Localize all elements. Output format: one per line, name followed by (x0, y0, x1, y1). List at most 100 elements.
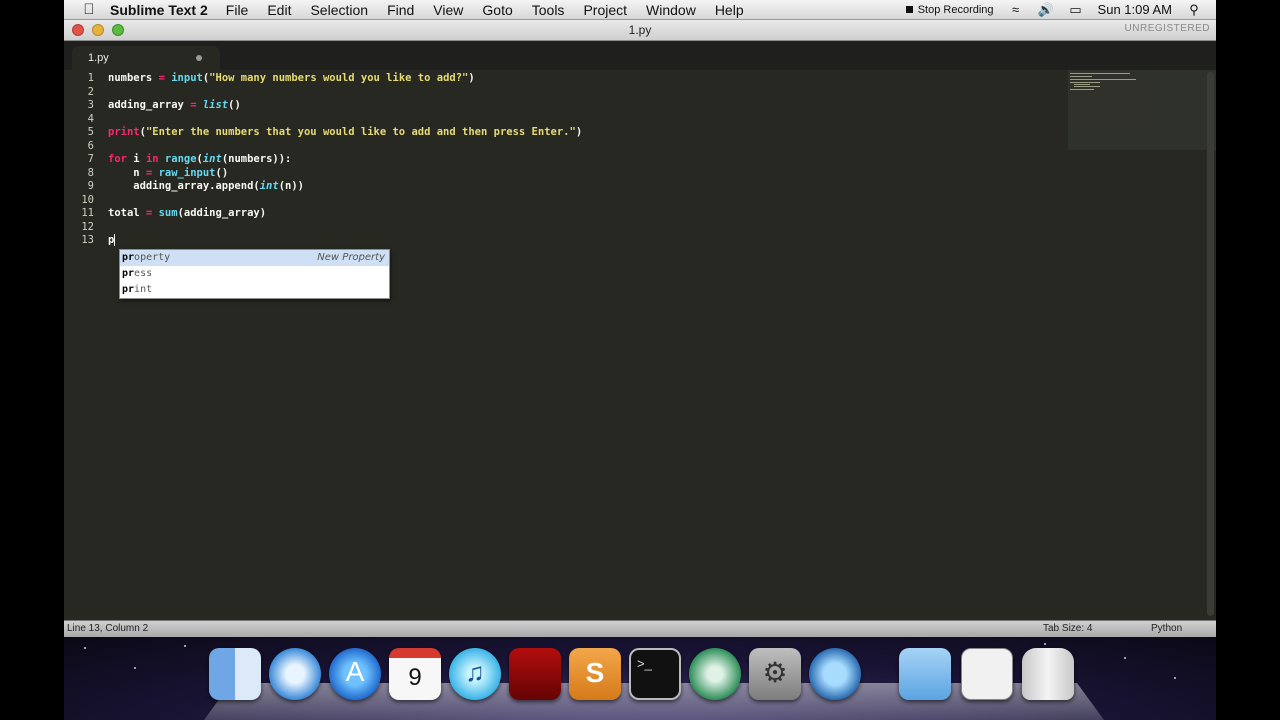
trash-icon[interactable] (1022, 648, 1074, 700)
window-title-bar: 1.py UNREGISTERED (64, 20, 1216, 41)
menu-extras: Stop Recording ≈ 🔊 ▭ Sun 1:09 AM ⚲ (905, 2, 1202, 18)
completion-text: ess (134, 268, 153, 279)
tab-size-selector[interactable]: Tab Size: 4 (1043, 623, 1092, 634)
system-preferences-icon[interactable]: ⚙ (749, 648, 801, 700)
autocomplete-item-press[interactable]: press (120, 266, 389, 282)
spotlight-search-icon[interactable]: ⚲ (1186, 2, 1202, 18)
line-number-gutter: 1 2 3 4 5 6 7 8 9 10 11 12 13 (64, 70, 94, 620)
syntax-selector[interactable]: Python (1151, 623, 1182, 634)
token: "How many numbers would you like to add?… (209, 72, 469, 84)
code-line-13: p (108, 234, 116, 248)
menu-window[interactable]: Window (646, 2, 696, 18)
token: (n)) (278, 180, 304, 192)
token: "Enter the numbers that you would like t… (145, 126, 576, 138)
minimap-line (1074, 84, 1090, 85)
window-preview-icon[interactable] (961, 648, 1013, 700)
line-number: 9 (87, 180, 94, 192)
sublime-text-icon[interactable]: S (569, 648, 621, 700)
completion-text: int (134, 284, 153, 295)
menu-find[interactable]: Find (387, 2, 414, 18)
unsaved-dot-icon[interactable] (196, 55, 202, 61)
minimap-line (1070, 82, 1100, 83)
window-title: 1.py (628, 23, 652, 37)
photo-booth-icon[interactable] (509, 648, 561, 700)
menu-file[interactable]: File (226, 2, 249, 18)
star (84, 647, 86, 649)
line-number: 8 (87, 166, 94, 179)
line-number: 11 (81, 207, 94, 219)
line-number: 6 (87, 139, 94, 152)
star (1044, 643, 1046, 645)
text-cursor (114, 234, 116, 246)
tab-strip: 1.py (64, 41, 1216, 70)
terminal-icon[interactable]: >_ (629, 648, 681, 700)
match-text: pr (122, 284, 135, 295)
menu-tools[interactable]: Tools (532, 2, 565, 18)
menu-help[interactable]: Help (715, 2, 744, 18)
clock[interactable]: Sun 1:09 AM (1098, 2, 1172, 17)
token: adding_array.append( (108, 180, 260, 192)
calendar-icon[interactable]: 9 (389, 648, 441, 700)
desktop: A 9 ♫ S >_ ⚙ (64, 637, 1216, 720)
line-number: 13 (81, 234, 94, 246)
quicktime-icon[interactable] (809, 648, 861, 700)
completion-hint: New Property (317, 252, 385, 263)
line-number: 1 (87, 72, 94, 84)
token: (adding_array) (177, 207, 267, 219)
cursor-position: Line 13, Column 2 (67, 623, 149, 634)
star (1124, 657, 1126, 659)
menu-selection[interactable]: Selection (310, 2, 368, 18)
token: total (108, 207, 146, 219)
token: i (126, 153, 146, 165)
line-number: 12 (81, 220, 94, 233)
time-machine-icon[interactable] (689, 648, 741, 700)
token: range (164, 153, 197, 165)
token: for (108, 153, 127, 165)
itunes-icon[interactable]: ♫ (449, 648, 501, 700)
apple-icon[interactable]:  (78, 1, 100, 18)
menu-edit[interactable]: Edit (267, 2, 291, 18)
token: input (171, 72, 203, 84)
code-line-11: total = sum(adding_array) (108, 207, 266, 221)
menu-goto[interactable]: Goto (482, 2, 512, 18)
minimap[interactable] (1068, 70, 1216, 150)
battery-icon[interactable]: ▭ (1068, 2, 1084, 18)
minimap-line (1070, 73, 1130, 74)
stop-recording-button[interactable]: Stop Recording (905, 4, 994, 16)
token: () (228, 99, 241, 111)
unregistered-label: UNREGISTERED (1124, 23, 1210, 34)
left-letterbox (0, 0, 64, 720)
token: adding_array (108, 99, 191, 111)
star (1174, 677, 1176, 679)
volume-icon[interactable]: 🔊 (1038, 2, 1054, 18)
token: ) (468, 72, 475, 84)
star (134, 667, 136, 669)
tab-1-py[interactable]: 1.py (72, 46, 220, 70)
finder-icon[interactable] (209, 648, 261, 700)
autocomplete-item-property[interactable]: property New Property (120, 250, 389, 266)
line-number: 7 (87, 153, 94, 165)
code-line-1: numbers = input("How many numbers would … (108, 72, 475, 86)
safari-icon[interactable] (269, 648, 321, 700)
code-editor[interactable]: 1 2 3 4 5 6 7 8 9 10 11 12 13 numbers = … (64, 70, 1216, 620)
line-number: 5 (87, 126, 94, 138)
token: in (145, 153, 159, 165)
vertical-scrollbar[interactable] (1207, 72, 1214, 616)
minimap-line (1070, 89, 1094, 90)
menu-view[interactable]: View (433, 2, 463, 18)
token: int (202, 153, 222, 165)
status-bar: Line 13, Column 2 Tab Size: 4 Python (64, 620, 1216, 637)
folder-icon[interactable] (899, 648, 951, 700)
autocomplete-item-print[interactable]: print (120, 282, 389, 298)
token: n (108, 166, 146, 179)
app-name-menu[interactable]: Sublime Text 2 (110, 2, 208, 18)
code-line-9: adding_array.append(int(n)) (108, 180, 304, 194)
app-store-icon[interactable]: A (329, 648, 381, 700)
match-text: pr (122, 252, 135, 263)
line-number: 2 (87, 85, 94, 98)
menu-project[interactable]: Project (583, 2, 627, 18)
wifi-icon[interactable]: ≈ (1008, 2, 1024, 17)
token: list (202, 99, 229, 111)
minimap-line (1070, 76, 1092, 77)
tab-label: 1.py (88, 52, 109, 64)
